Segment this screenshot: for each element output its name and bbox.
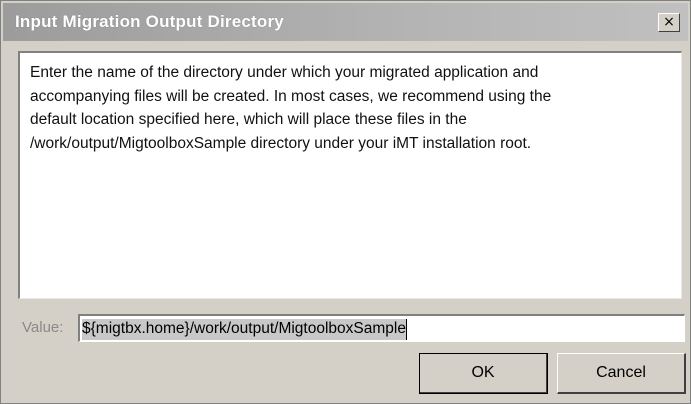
migration-output-dialog: Input Migration Output Directory × Enter… xyxy=(0,0,691,404)
close-button[interactable]: × xyxy=(658,13,680,32)
ok-button-label: OK xyxy=(471,364,495,381)
cancel-button-label: Cancel xyxy=(596,364,646,381)
output-directory-input[interactable]: ${migtbx.home}/work/output/MigtoolboxSam… xyxy=(78,314,685,342)
output-directory-value: ${migtbx.home}/work/output/MigtoolboxSam… xyxy=(82,319,407,340)
description-text-area: Enter the name of the directory under wh… xyxy=(18,51,682,299)
close-icon: × xyxy=(663,14,675,30)
value-label: Value: xyxy=(22,319,64,336)
title-bar[interactable]: Input Migration Output Directory × xyxy=(3,3,688,41)
ok-button[interactable]: OK xyxy=(419,353,548,394)
dialog-title: Input Migration Output Directory xyxy=(15,12,284,31)
cancel-button[interactable]: Cancel xyxy=(557,353,686,394)
